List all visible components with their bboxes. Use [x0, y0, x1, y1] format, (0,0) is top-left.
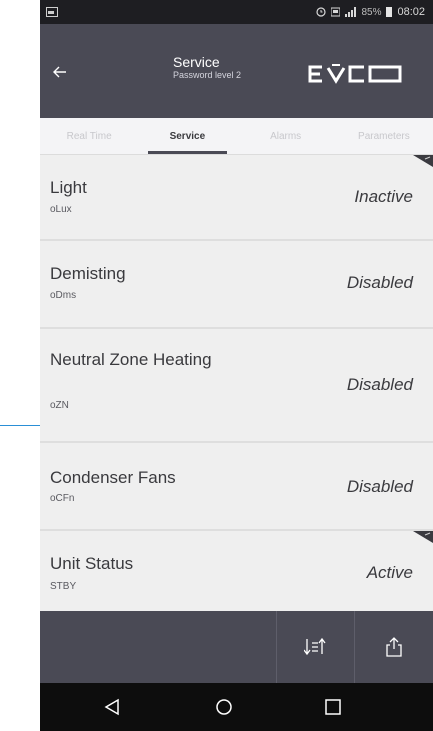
signal-icon [345, 7, 357, 17]
image-notification-icon [46, 7, 58, 17]
bottom-toolbar [40, 611, 433, 683]
sort-icon [304, 637, 326, 656]
toolbar-divider [276, 611, 277, 683]
tab-alarms[interactable]: Alarms [237, 118, 335, 154]
status-indicators: 85% 08:02 [316, 6, 425, 18]
status-bar: 85% 08:02 [40, 0, 433, 24]
android-nav-bar [40, 683, 433, 731]
row-code: oDms [50, 290, 77, 301]
row-name: Condenser Fans [50, 468, 176, 487]
share-icon [386, 637, 402, 657]
battery-icon [386, 7, 393, 17]
row-value: Active [366, 563, 413, 582]
row-name: Demisting [50, 264, 126, 283]
sort-button[interactable] [301, 633, 329, 661]
nav-recents-icon [325, 699, 341, 715]
tab-bar: Real Time Service Alarms Parameters [40, 118, 433, 155]
corner-indicator-icon [413, 155, 433, 167]
data-icon [331, 7, 341, 17]
page-subtitle: Password level 2 [173, 70, 242, 80]
row-name: Unit Status [50, 554, 134, 573]
alarm-icon [316, 7, 327, 17]
nav-home-button[interactable] [212, 695, 236, 719]
header-titles: Service Password level 2 [173, 54, 241, 81]
list-item-demisting[interactable]: Demisting oDms Disabled [40, 241, 433, 329]
list-item-condenser-fans[interactable]: Condenser Fans oCFn Disabled [40, 443, 433, 531]
pointer-line [0, 425, 40, 426]
nav-home-icon [216, 699, 232, 715]
toolbar-divider [354, 611, 355, 683]
row-name: Neutral Zone Heating [50, 350, 212, 369]
row-value: Inactive [354, 187, 413, 206]
row-code: STBY [50, 581, 77, 592]
nav-recents-button[interactable] [321, 695, 345, 719]
row-name: Light [50, 178, 87, 197]
phone-screen: 85% 08:02 Service Password level 2 Real … [40, 0, 433, 731]
row-code: oLux [50, 204, 72, 215]
app-header: Service Password level 2 [40, 24, 433, 118]
list-item-unit-status[interactable]: Unit Status STBY Active [40, 531, 433, 611]
tab-service[interactable]: Service [138, 118, 236, 154]
nav-back-button[interactable] [100, 695, 124, 719]
evco-logo-icon [308, 64, 402, 84]
row-value: Disabled [346, 273, 413, 292]
service-list: Light oLux Inactive Demisting oDms Disab… [40, 155, 433, 611]
page-title: Service [173, 54, 220, 70]
nav-back-icon [104, 698, 119, 716]
tab-real-time[interactable]: Real Time [40, 118, 138, 154]
row-value: Disabled [346, 375, 413, 394]
battery-percent: 85% [361, 6, 382, 18]
share-button[interactable] [380, 633, 408, 661]
list-item-neutral-zone-heating[interactable]: Neutral Zone Heating oZN Disabled [40, 329, 433, 443]
row-code: oCFn [50, 493, 75, 504]
status-time: 08:02 [397, 6, 425, 18]
arrow-left-icon [53, 66, 66, 78]
tab-parameters[interactable]: Parameters [335, 118, 433, 154]
back-button[interactable] [46, 58, 74, 86]
row-value: Disabled [346, 477, 413, 496]
corner-indicator-icon [413, 531, 433, 543]
row-code: oZN [50, 400, 69, 411]
list-item-light[interactable]: Light oLux Inactive [40, 155, 433, 241]
